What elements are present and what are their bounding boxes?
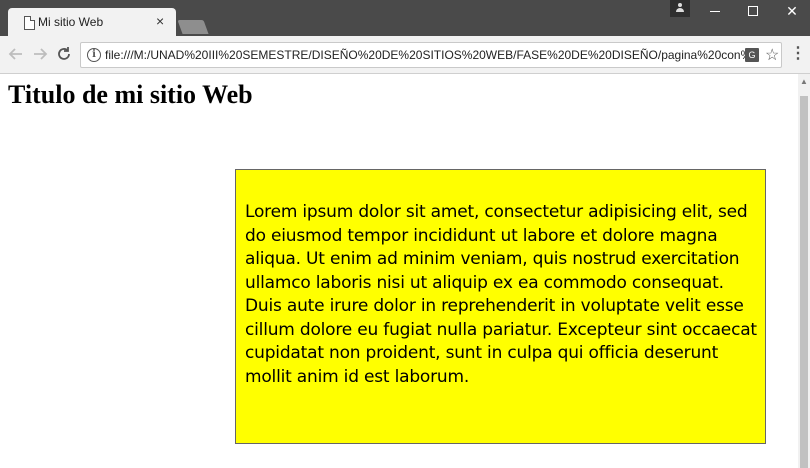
scroll-thumb[interactable] — [800, 96, 808, 468]
minimize-icon — [710, 11, 720, 12]
new-tab-button[interactable] — [177, 20, 209, 34]
reload-button[interactable] — [54, 44, 74, 64]
person-icon — [676, 3, 684, 13]
minimize-button[interactable] — [696, 0, 736, 22]
bookmark-star-icon[interactable]: ☆ — [765, 45, 779, 65]
forward-button[interactable] — [30, 44, 50, 64]
info-icon[interactable]: i — [87, 48, 101, 62]
maximize-icon — [748, 6, 758, 16]
reload-icon — [58, 47, 70, 60]
back-button[interactable] — [6, 44, 26, 64]
page-title: Titulo de mi sitio Web — [8, 80, 253, 109]
browser-tab[interactable]: Mi sitio Web × — [8, 8, 176, 36]
translate-icon[interactable]: G — [745, 48, 759, 62]
lorem-paragraph: Lorem ipsum dolor sit amet, consectetur … — [245, 202, 757, 387]
tab-title: Mi sitio Web — [38, 15, 104, 29]
content-box: Lorem ipsum dolor sit amet, consectetur … — [235, 169, 766, 444]
document-icon — [24, 16, 35, 30]
title-bar: Mi sitio Web × ✕ — [0, 0, 810, 36]
url-text[interactable]: file:///M:/UNAD%20III%20SEMESTRE/DISEÑO%… — [105, 48, 745, 62]
vertical-scrollbar[interactable]: ▲ — [798, 74, 810, 468]
maximize-button[interactable] — [734, 0, 774, 22]
close-window-button[interactable]: ✕ — [772, 0, 810, 22]
arrow-right-icon — [34, 48, 48, 60]
menu-icon[interactable]: ⋮ — [790, 45, 806, 63]
profile-button[interactable] — [670, 0, 690, 17]
tab-close-button[interactable]: × — [156, 13, 164, 29]
browser-toolbar: i file:///M:/UNAD%20III%20SEMESTRE/DISEÑ… — [0, 36, 810, 74]
address-bar[interactable]: i file:///M:/UNAD%20III%20SEMESTRE/DISEÑ… — [80, 42, 782, 68]
arrow-left-icon — [8, 48, 22, 60]
scroll-up-icon[interactable]: ▲ — [798, 76, 810, 88]
